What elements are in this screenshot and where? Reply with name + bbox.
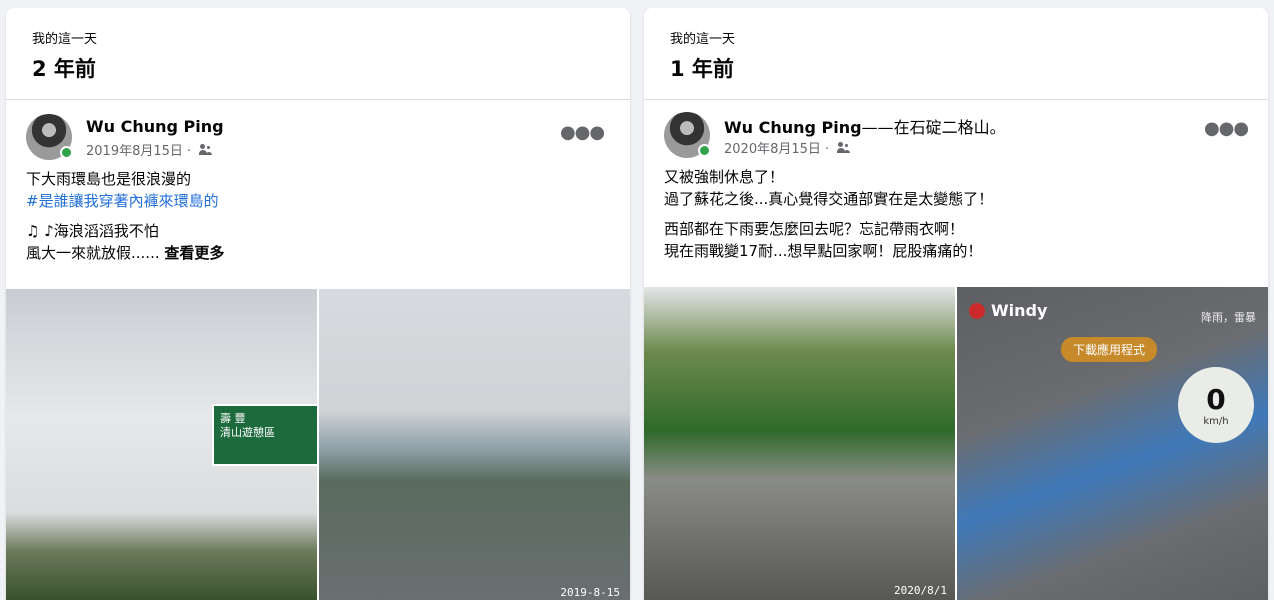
download-app-button: 下載應用程式 <box>1061 337 1158 362</box>
online-status-icon <box>60 146 73 159</box>
post-meta: 2019年8月15日 · <box>86 140 213 159</box>
photo-scooters-mountain-road[interactable]: 2020/8/1 <box>644 287 955 600</box>
post-line: 又被強制休息了！ <box>664 168 785 186</box>
hashtag-link[interactable]: #是誰讓我穿著內褲來環島的 <box>26 192 219 210</box>
more-options-button[interactable]: ●●● <box>560 114 605 150</box>
memory-header: 我的這一天 2 年前 <box>6 8 630 100</box>
memory-header: 我的這一天 1 年前 <box>644 8 1268 100</box>
post-header: Wu Chung Ping 2019年8月15日 · ●●● <box>6 100 630 168</box>
photo-timestamp: 2020/8/1 <box>894 584 947 597</box>
photo-coastal-highway[interactable]: 2019-8-15 <box>319 289 630 600</box>
post-date[interactable]: 2020年8月15日 · <box>724 138 829 157</box>
author-name[interactable]: Wu Chung Ping <box>86 117 224 136</box>
avatar[interactable] <box>664 112 711 158</box>
check-in-location: ——在石碇二格山。 <box>861 118 1006 137</box>
post-meta: 2020年8月15日 · <box>724 138 851 157</box>
photo-cloudy-road-sign[interactable]: 壽 豐 清山遊憩區 <box>6 289 317 600</box>
memory-card-2-years: 我的這一天 2 年前 Wu Chung Ping 2019年8月15日 · ●●… <box>6 8 630 600</box>
memory-label: 我的這一天 <box>32 32 98 47</box>
friends-icon <box>199 143 213 156</box>
windy-layer-label: 降雨，雷暴 <box>1201 311 1256 324</box>
post-line: 風大一來就放假...... <box>26 244 160 262</box>
post-line: 過了蘇花之後...真心覺得交通部實在是太變態了！ <box>664 190 994 208</box>
see-more-link[interactable]: 查看更多 <box>164 244 224 262</box>
post-text: 下大雨環島也是很浪漫的 #是誰讓我穿著內褲來環島的 ♫ ♪海浪滔滔我不怕 風大一… <box>6 168 630 264</box>
years-ago: 2 年前 <box>32 57 96 81</box>
more-options-icon: ●●● <box>559 121 605 143</box>
windy-logo-icon <box>969 302 985 319</box>
friends-icon <box>837 141 851 154</box>
photo-timestamp: 2019-8-15 <box>560 586 620 599</box>
online-status-icon <box>698 144 711 157</box>
memory-label: 我的這一天 <box>670 32 736 47</box>
photo-windy-screenshot[interactable]: Windy 降雨，雷暴 下載應用程式 0 km/h <box>957 287 1268 600</box>
windy-logo: Windy <box>969 301 1047 320</box>
post-line: ♫ ♪海浪滔滔我不怕 <box>26 222 159 240</box>
post-header: Wu Chung Ping——在石碇二格山。 2020年8月15日 · ●●● <box>644 100 1268 166</box>
more-options-icon: ●●● <box>1203 117 1249 139</box>
post-line: 現在雨戰變17耐...想早點回家啊！屁股痛痛的！ <box>664 242 983 260</box>
road-sign: 壽 豐 清山遊憩區 <box>212 404 317 466</box>
photo-grid: 壽 豐 清山遊憩區 2019-8-15 <box>6 289 630 600</box>
wind-speed-gauge: 0 km/h <box>1178 367 1254 443</box>
post-line: 下大雨環島也是很浪漫的 <box>26 170 192 188</box>
post-date[interactable]: 2019年8月15日 · <box>86 140 191 159</box>
post-line: 西部都在下雨要怎麼回去呢？忘記帶雨衣啊！ <box>664 220 965 238</box>
avatar[interactable] <box>26 114 73 160</box>
post-text: 又被強制休息了！ 過了蘇花之後...真心覺得交通部實在是太變態了！ 西部都在下雨… <box>644 166 1268 262</box>
memory-card-1-year: 我的這一天 1 年前 Wu Chung Ping——在石碇二格山。 2020年8… <box>644 8 1268 600</box>
wind-speed-unit: km/h <box>1203 416 1229 427</box>
author-name[interactable]: Wu Chung Ping——在石碇二格山。 <box>724 114 1006 138</box>
more-options-button[interactable]: ●●● <box>1204 110 1249 146</box>
years-ago: 1 年前 <box>670 57 734 81</box>
wind-speed-value: 0 <box>1206 383 1226 416</box>
photo-grid: 2020/8/1 Windy 降雨，雷暴 下載應用程式 0 km/h <box>644 287 1268 600</box>
